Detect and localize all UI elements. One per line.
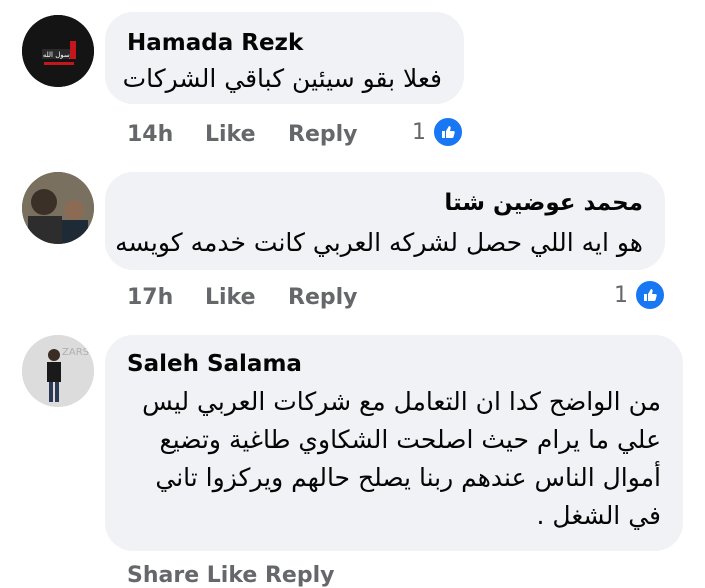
comment-text-line: في الشغل . (536, 501, 662, 530)
like-button[interactable]: Like (205, 285, 256, 310)
reaction-summary[interactable]: 1 (412, 116, 464, 148)
avatar[interactable]: ZARS (22, 335, 94, 407)
comment-author[interactable]: محمد عوضين شتا (444, 190, 643, 216)
comment-author[interactable]: Hamada Rezk (127, 30, 303, 56)
reply-button[interactable]: Reply (288, 122, 358, 147)
comment-bubble: Hamada Rezk فعلا بقو سيئين كباقي الشركات (105, 12, 464, 104)
avatar-logo-text: رسول الله (43, 51, 73, 59)
avatar-photo: ZARS (22, 335, 94, 407)
comment-hamada-rezk: رسول الله Hamada Rezk فعلا بقو سيئين كبا… (0, 0, 705, 160)
avatar[interactable] (22, 172, 94, 244)
comment-saleh-salama: ZARS Saleh Salama من الواضح كدا ان التعا… (0, 325, 705, 560)
comment-bubble: محمد عوضين شتا هو ايه اللي حصل لشركه الع… (105, 172, 665, 270)
avatar-photo (22, 172, 94, 244)
avatar-logo-text: ZARS (62, 347, 89, 358)
comment-timestamp[interactable]: 14h (127, 122, 173, 147)
thumbs-up-icon (432, 116, 464, 148)
comment-text-line: من الواضح كدا ان التعامل مع شركات العربي… (142, 387, 661, 416)
comment-mohamed-awadin: محمد عوضين شتا هو ايه اللي حصل لشركه الع… (0, 160, 705, 325)
comment-text-line: علي ما يرام حيث اصلحت الشكاوي طاغية وتضي… (159, 425, 661, 454)
reaction-count: 1 (614, 282, 628, 308)
comment-text-line: أموال الناس عندهم ربنا يصلح حالهم ويركزو… (155, 463, 661, 492)
thumbs-up-icon (634, 279, 666, 311)
comment-author[interactable]: Saleh Salama (127, 351, 302, 377)
comment-text-line: فعلا بقو سيئين كباقي الشركات (122, 64, 442, 93)
comment-timestamp[interactable]: 17h (127, 285, 173, 310)
comment-text-line: هو ايه اللي حصل لشركه العربي كانت خدمه ك… (115, 228, 643, 257)
reply-button[interactable]: Reply (288, 285, 358, 310)
avatar[interactable]: رسول الله (22, 15, 94, 87)
reaction-count: 1 (412, 119, 426, 145)
avatar-logo: رسول الله (22, 15, 94, 87)
reaction-summary[interactable]: 1 (614, 279, 666, 311)
comment-bubble: Saleh Salama من الواضح كدا ان التعامل مع… (105, 335, 683, 551)
partial-comment-meta: Share Like Reply (127, 563, 335, 588)
like-button[interactable]: Like (205, 122, 256, 147)
